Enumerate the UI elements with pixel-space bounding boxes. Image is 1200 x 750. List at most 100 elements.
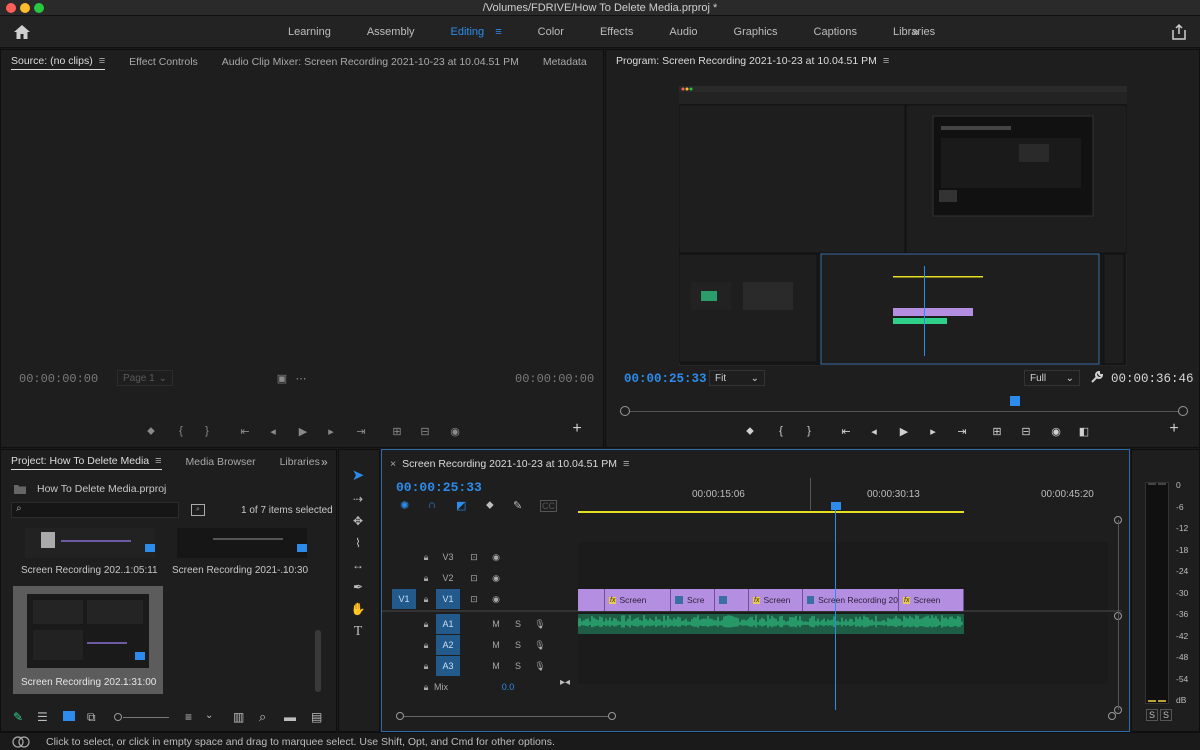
solo-left-button[interactable]: S [1146,709,1159,721]
ripple-edit-tool-icon[interactable]: ✥ [348,512,368,530]
project-more-tabs-icon[interactable]: » [321,455,328,469]
source-timecode-in[interactable]: 00:00:00:00 [19,372,98,386]
solo-button[interactable]: S [506,614,530,634]
solo-button[interactable]: S [506,656,530,676]
source-insert-icon[interactable]: ⊞ [389,424,405,438]
program-go-to-out-icon[interactable]: ⇥ [954,424,970,438]
microphone-icon[interactable]: 🎙︎ [528,614,552,634]
timeline-menu-icon[interactable]: ≡ [623,458,629,470]
status-indicator-icon[interactable] [12,736,38,748]
video-clip[interactable]: fx Screen [899,589,964,611]
track-area[interactable] [578,542,1108,684]
lock-icon[interactable]: 🔒︎ [414,568,438,588]
program-export-frame-icon[interactable]: ◉ [1048,424,1064,438]
program-zoom-select[interactable]: Fit ⌄ [709,370,765,386]
new-bin-icon[interactable]: ▬ [284,710,296,724]
video-clip[interactable] [715,589,749,611]
workspace-tab-color[interactable]: Color [520,26,582,38]
wrench-icon[interactable] [1090,370,1104,384]
tab-metadata[interactable]: Metadata [543,56,587,68]
program-extract-icon[interactable]: ⊟ [1018,424,1034,438]
track-label-v2[interactable]: V2 [436,568,460,588]
solo-button[interactable]: S [506,635,530,655]
program-play-icon[interactable]: ▶ [896,424,912,438]
razor-tool-icon[interactable]: ⌇ [348,534,368,552]
zoom-slider-handle[interactable] [114,713,122,721]
selection-tool-icon[interactable]: ➤ [348,466,368,484]
add-marker-icon[interactable]: ⬥ [486,499,494,512]
project-search-input[interactable]: ⌕ [11,502,179,518]
program-video-frame[interactable] [679,86,1127,366]
go-to-end-icon[interactable]: ▸◂ [560,677,570,688]
audio-clip-a1[interactable] [578,614,964,634]
automate-to-sequence-icon[interactable]: ▥ [233,710,244,724]
mute-button[interactable]: M [484,614,508,634]
vertical-scrollbar[interactable] [1118,520,1119,710]
source-play-icon[interactable]: ▶ [295,424,311,438]
program-button-editor-icon[interactable]: + [1166,420,1182,437]
program-scrubber[interactable] [626,411,1182,412]
project-item-selected[interactable]: Screen Recording 202... 1:31:00 [13,586,163,694]
icon-view-icon[interactable] [63,711,75,721]
mute-button[interactable]: M [484,635,508,655]
v1-clip-lane[interactable]: fx Screen Scre fx Screen Screen Recording … [578,589,964,611]
source-button-editor-icon[interactable]: + [569,420,585,437]
program-add-marker-icon[interactable]: ⬥ [742,424,758,438]
panel-menu-icon[interactable]: ≡ [99,55,105,67]
program-mark-in-icon[interactable]: { [773,424,789,438]
horizontal-scroll-end[interactable] [1108,712,1116,720]
microphone-icon[interactable]: 🎙︎ [528,656,552,676]
program-step-forward-icon[interactable]: ▸ [925,424,941,438]
hand-tool-icon[interactable]: ✋ [348,600,368,618]
lock-icon[interactable]: 🔒︎ [414,656,438,676]
workspace-tab-learning[interactable]: Learning [270,26,349,38]
source-settings-icon[interactable]: ▣ [274,371,290,385]
video-clip[interactable]: Scre [671,589,715,611]
program-lift-icon[interactable]: ⊞ [989,424,1005,438]
source-page-select[interactable]: Page 1 ⌄ [117,370,173,386]
list-view-icon[interactable]: ☰ [37,710,48,724]
toggle-sync-lock-icon[interactable]: ⊡ [462,547,486,567]
lock-icon[interactable]: 🔒︎ [414,635,438,655]
program-step-back-icon[interactable]: ◂ [866,424,882,438]
source-overwrite-icon[interactable]: ⊟ [417,424,433,438]
sort-icon[interactable]: ≡ [185,710,192,724]
scrubber-end-handle[interactable] [1178,406,1188,416]
horizontal-zoom-handle-right[interactable] [608,712,616,720]
chevron-down-icon[interactable]: ⌄ [205,710,213,721]
lock-icon[interactable]: 🔒︎ [414,589,438,609]
tab-effect-controls[interactable]: Effect Controls [129,56,198,68]
horizontal-zoom-handle-left[interactable] [396,712,404,720]
tab-source[interactable]: Source: (no clips) ≡ [11,55,106,70]
source-go-to-in-icon[interactable]: ⇤ [237,424,253,438]
track-label-v1[interactable]: V1 [436,589,460,609]
tab-project[interactable]: Project: How To Delete Media ≡ [11,455,162,470]
linked-selection-icon[interactable]: ◩ [456,499,466,512]
captions-icon[interactable]: CC [540,500,557,512]
workspace-tab-graphics[interactable]: Graphics [716,26,796,38]
track-label-a2[interactable]: A2 [436,635,460,655]
timeline-timecode[interactable]: 00:00:25:33 [396,480,482,495]
find-icon[interactable]: ⌕ [259,709,266,725]
microphone-icon[interactable]: 🎙︎ [528,635,552,655]
program-go-to-in-icon[interactable]: ⇤ [838,424,854,438]
slip-tool-icon[interactable]: ↔ [348,556,368,574]
track-select-tool-icon[interactable]: ⇢ [348,490,368,508]
program-mark-out-icon[interactable]: } [801,424,817,438]
nest-icon[interactable]: ✺ [400,499,409,512]
pencil-icon[interactable]: ✎ [13,710,23,724]
mix-value[interactable]: 0.0 [496,677,520,697]
timeline-ruler[interactable]: 00:00:15:06 00:00:30:13 00:00:45:20 [578,478,1118,516]
source-patch-v1[interactable]: V1 [392,589,416,609]
source-step-forward-icon[interactable]: ▸ [323,424,339,438]
workspace-tab-captions[interactable]: Captions [796,26,875,38]
video-clip[interactable]: fx Screen [749,589,803,611]
horizontal-scrollbar[interactable] [404,716,608,717]
more-workspaces-icon[interactable]: » [912,24,919,39]
scrubber-start-handle[interactable] [620,406,630,416]
eye-icon[interactable]: ◉ [484,568,508,588]
project-scrollbar[interactable] [315,630,321,692]
tab-media-browser[interactable]: Media Browser [186,456,256,468]
program-comparison-view-icon[interactable]: ◧ [1076,424,1092,438]
mute-button[interactable]: M [484,656,508,676]
